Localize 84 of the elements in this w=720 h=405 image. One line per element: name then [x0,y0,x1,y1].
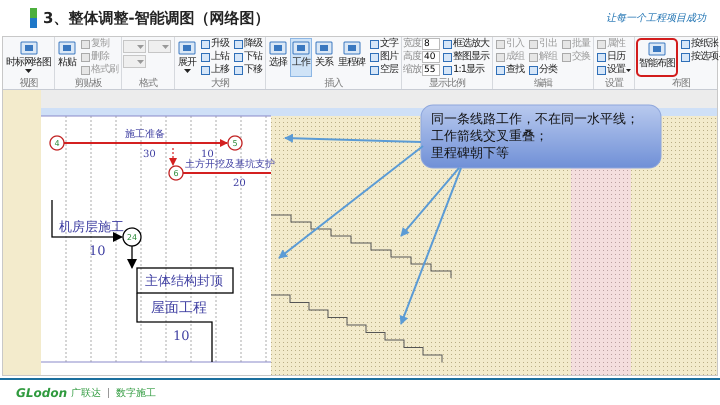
title-bar-icon [30,8,37,28]
ribbon-button[interactable]: 设置 [595,64,633,76]
ribbon-button[interactable]: 选择 [267,38,289,77]
ribbon-button[interactable]: 上钻 [199,51,231,63]
spinner-label: 高度 [403,51,421,63]
ribbon-button[interactable]: 关系 [313,38,335,77]
caret-icon [137,60,144,64]
connector-arrow [51,200,123,242]
ribbon-button[interactable]: 按纸张 [679,38,720,50]
spinner-field[interactable]: 8 [422,38,440,50]
ribbon-button[interactable]: 下移 [232,64,264,76]
caret-icon [162,44,169,48]
slide-tagline: 让每一个工程项目成功 [606,12,706,25]
tool-icon [342,40,360,56]
activity-label: 机房层施工 [59,220,124,235]
dropdown-field[interactable] [148,40,171,53]
tool-icon [269,40,287,56]
ribbon-button[interactable]: 文字 [368,38,400,50]
ribbon-button[interactable]: 工作 [290,38,312,77]
ribbon-button[interactable]: 时标网络图 [4,38,53,77]
network-node: 6 [168,165,184,181]
tool-icon [178,40,196,56]
group-label: 剪贴板 [74,78,103,89]
ribbon-button[interactable]: 图片 [368,51,400,63]
network-node: 5 [227,135,243,151]
spinner-label: 宽度 [403,38,421,50]
ribbon-button[interactable]: 粘贴 [56,38,78,77]
group-label: 插入 [324,78,344,89]
ribbon-button[interactable]: 整图显示 [441,51,491,63]
tool-icon [315,40,333,56]
activity-label: 主体结构封顶 [145,274,223,289]
ribbon-button[interactable]: 上移 [199,64,231,76]
group-label: 大纲 [210,78,230,89]
spinner-field[interactable]: 40 [422,51,440,63]
spinner-label: 缩放 [403,64,421,76]
footer-tagline: 数字施工 [116,386,156,400]
activity-label: 施工准备 [125,129,165,140]
group-label: 布图 [671,78,691,89]
activity-label: 10 [89,244,106,259]
tool-icon [648,41,666,57]
slide-title: 3、整体调整-智能调图（网络图） [43,8,270,28]
tool-icon [20,40,38,56]
ribbon-button[interactable]: 框选放大 [441,38,491,50]
ribbon-button[interactable]: 里程碑 [336,38,367,77]
tool-icon [292,40,310,56]
ribbon-button[interactable]: 1:1显示 [441,64,491,76]
ribbon-button[interactable]: 分类 [527,64,559,76]
callout-text: 工作箭线交叉重叠； [431,129,548,144]
dashed-arrow [169,148,177,166]
spinner-field[interactable]: 55 [422,64,440,76]
group-label: 显示比例 [428,78,466,89]
caret-icon [25,69,32,73]
caret-icon [137,44,144,48]
ribbon-button[interactable]: 升级 [199,38,231,50]
group-label: 设置 [604,78,624,89]
activity-label: 10 [201,149,214,160]
group-label: 编辑 [533,78,554,89]
network-node: 24 [122,227,142,247]
ribbon-button[interactable]: 展开 [176,38,198,77]
dropdown-field[interactable] [123,55,146,68]
activity-label: 30 [143,149,156,160]
dropdown-field[interactable] [123,40,146,53]
ribbon-button[interactable]: 查找 [494,64,526,76]
tool-icon [58,40,76,56]
callout-text: 里程碑朝下等 [431,146,509,161]
activity-label: 土方开挖及基坑支护 [185,159,275,170]
activity-label: 10 [173,329,190,344]
activity-label: 20 [233,178,246,189]
activity-label: 屋面工程 [151,300,207,316]
group-label: 视图 [18,78,38,89]
connector-arrow [127,246,137,269]
company-logo: GLodon [16,386,68,400]
callout-text: 同一条线路工作，不在同一水平线； [431,112,639,127]
ribbon-button[interactable]: 下钻 [232,51,264,63]
group-label: 格式 [138,78,158,89]
caret-icon [626,68,631,72]
network-node: 4 [49,135,65,151]
brand-name: 广联达 [71,386,102,400]
ribbon-button[interactable]: 空层 [368,64,400,76]
ribbon-button[interactable]: 按选项 [679,51,720,63]
ribbon-button[interactable]: 降级 [232,38,264,50]
ribbon-button[interactable]: 智能布图 [636,38,678,77]
ribbon-button[interactable]: 日历 [595,51,633,63]
caret-icon [184,69,190,73]
